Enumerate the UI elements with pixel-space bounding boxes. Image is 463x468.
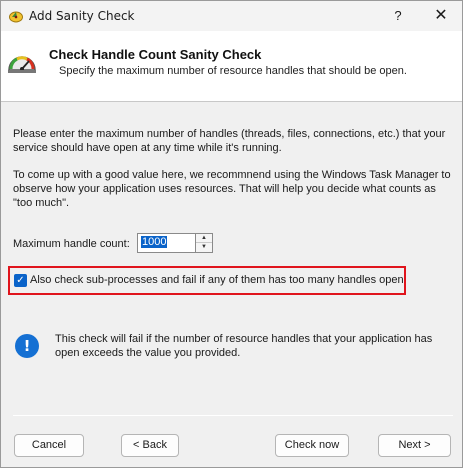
- app-icon: [9, 11, 23, 23]
- guidance-paragraph: To come up with a good value here, we re…: [13, 169, 451, 209]
- dialog-window: Add Sanity Check ? ✕ Check Handle Count …: [0, 0, 463, 468]
- check-now-button[interactable]: Check now: [275, 434, 349, 457]
- max-handle-spinner: ▲ ▼: [196, 233, 213, 253]
- info-icon: !: [15, 334, 39, 358]
- subprocess-checkbox-label[interactable]: Also check sub-processes and fail if any…: [30, 274, 404, 286]
- spin-down-icon[interactable]: ▼: [196, 243, 212, 252]
- cancel-button[interactable]: Cancel: [14, 434, 84, 457]
- subprocess-checkbox[interactable]: ✓: [14, 274, 27, 287]
- footer-divider: [13, 415, 453, 416]
- close-button[interactable]: ✕: [429, 5, 453, 27]
- max-handle-label: Maximum handle count:: [13, 238, 130, 250]
- max-handle-input[interactable]: 1000: [137, 233, 196, 253]
- next-button[interactable]: Next >: [378, 434, 451, 457]
- wizard-header: Check Handle Count Sanity Check Specify …: [1, 31, 462, 102]
- spin-up-icon[interactable]: ▲: [196, 234, 212, 243]
- gauge-icon: [8, 56, 36, 73]
- window-title: Add Sanity Check: [29, 9, 135, 23]
- checkmark-icon: ✓: [16, 275, 25, 286]
- header-subtitle: Specify the maximum number of resource h…: [59, 65, 407, 77]
- header-title: Check Handle Count Sanity Check: [49, 47, 262, 62]
- description-paragraph: Please enter the maximum number of handl…: [13, 128, 446, 154]
- info-text: This check will fail if the number of re…: [55, 333, 433, 359]
- max-handle-value: 1000: [141, 236, 168, 248]
- back-button[interactable]: < Back: [121, 434, 179, 457]
- help-button[interactable]: ?: [386, 5, 410, 27]
- title-bar[interactable]: Add Sanity Check ? ✕: [1, 1, 462, 31]
